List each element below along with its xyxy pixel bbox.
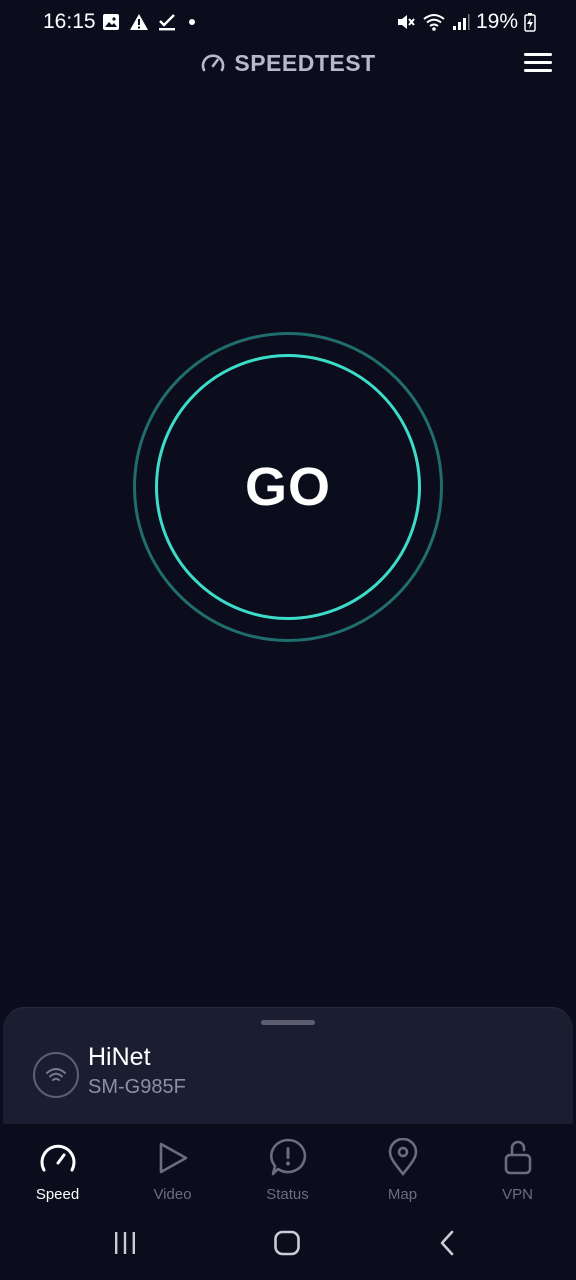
unlock-icon bbox=[504, 1140, 531, 1175]
network-name: HiNet bbox=[88, 1043, 151, 1071]
device-model: SM-G985F bbox=[88, 1076, 186, 1098]
notification-icons bbox=[102, 13, 199, 31]
signal-icon bbox=[452, 14, 470, 30]
hamburger-menu-icon[interactable] bbox=[524, 52, 554, 76]
speedometer-logo-icon bbox=[202, 53, 225, 71]
warning-icon bbox=[130, 14, 148, 30]
system-status-icons: 19% bbox=[396, 10, 536, 34]
speedometer-icon bbox=[40, 1144, 75, 1172]
app-header: SPEEDTEST bbox=[0, 46, 576, 86]
home-icon[interactable] bbox=[273, 1230, 301, 1256]
nav-status[interactable]: Status bbox=[230, 1134, 345, 1203]
nav-label-video: Video bbox=[153, 1186, 192, 1203]
image-icon bbox=[103, 14, 119, 30]
speedtest-logo: SPEEDTEST bbox=[0, 50, 576, 77]
go-button[interactable]: GO bbox=[155, 354, 421, 620]
nav-label-vpn: VPN bbox=[502, 1186, 533, 1203]
back-icon[interactable] bbox=[436, 1230, 458, 1256]
go-button-container: GO bbox=[133, 332, 443, 642]
connection-wifi-icon bbox=[33, 1052, 79, 1098]
drag-handle[interactable] bbox=[261, 1020, 315, 1025]
nav-speed[interactable]: Speed bbox=[0, 1134, 115, 1203]
connection-card[interactable]: HiNet SM-G985F bbox=[3, 1007, 573, 1138]
play-icon bbox=[159, 1142, 187, 1174]
check-download-icon bbox=[159, 14, 175, 31]
dot-icon bbox=[189, 19, 195, 25]
nav-label-map: Map bbox=[387, 1186, 418, 1203]
system-navigation-bar bbox=[0, 1208, 576, 1280]
nav-label-status: Status bbox=[266, 1186, 309, 1203]
nav-map[interactable]: Map bbox=[345, 1134, 460, 1203]
battery-charging-icon bbox=[524, 13, 536, 32]
nav-label-speed: Speed bbox=[35, 1186, 80, 1203]
status-bar: 16:15 19% bbox=[0, 0, 576, 46]
battery-percent: 19% bbox=[475, 10, 518, 33]
recents-icon[interactable] bbox=[112, 1230, 138, 1256]
logo-text: SPEEDTEST bbox=[234, 50, 376, 76]
map-pin-icon bbox=[388, 1138, 417, 1176]
mute-icon bbox=[397, 15, 415, 29]
bottom-nav: Speed Video Status Map VPN bbox=[0, 1124, 576, 1208]
wifi-icon bbox=[423, 14, 445, 31]
status-time: 16:15 bbox=[43, 10, 96, 33]
go-label: GO bbox=[244, 457, 331, 517]
nav-vpn[interactable]: VPN bbox=[460, 1134, 575, 1203]
alert-bubble-icon bbox=[269, 1138, 306, 1176]
nav-video[interactable]: Video bbox=[115, 1134, 230, 1203]
